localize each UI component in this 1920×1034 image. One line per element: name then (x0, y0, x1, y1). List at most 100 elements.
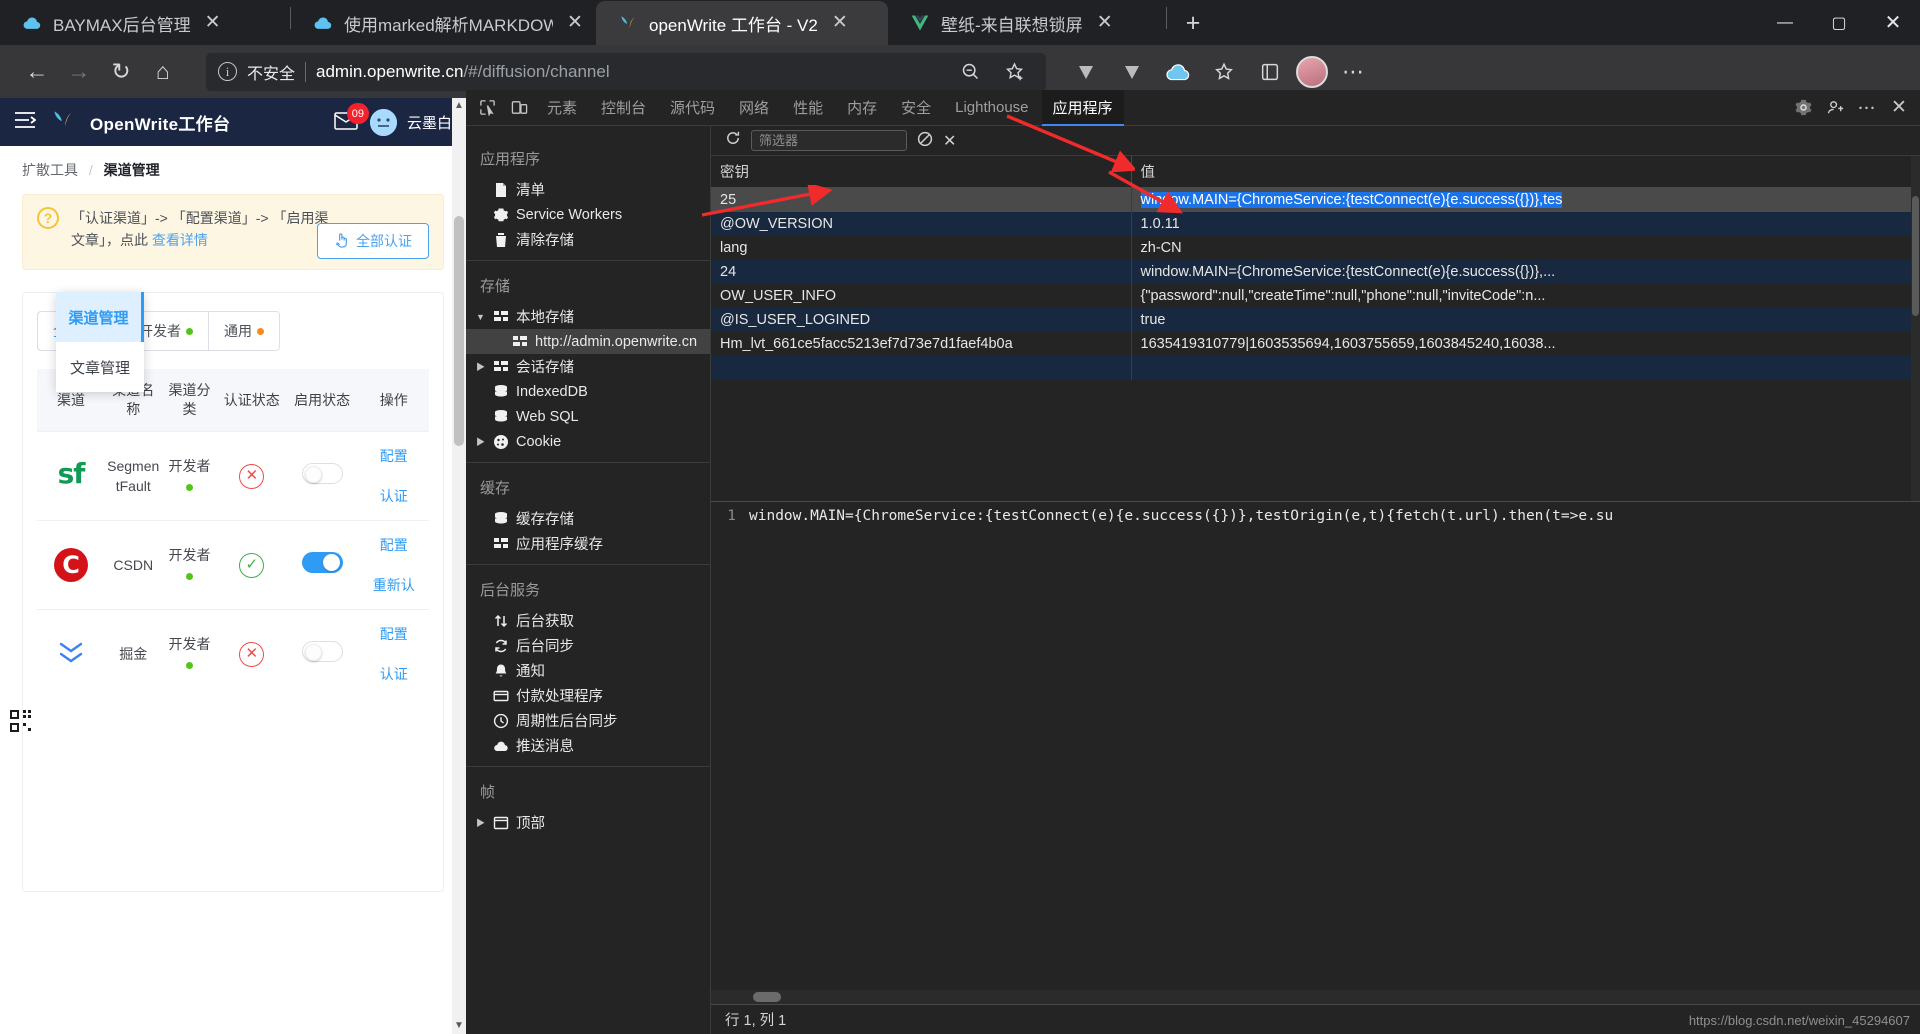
storage-key-cell[interactable] (711, 356, 1132, 380)
sidebar-item-clear-storage[interactable]: ▶ 清除存储 (466, 227, 710, 252)
chevron-down-icon[interactable] (1066, 52, 1106, 92)
tab-general[interactable]: 通用 (209, 312, 279, 350)
sidebar-item-session-storage[interactable]: ▶ 会话存储 (466, 354, 710, 379)
storage-key-cell[interactable]: Hm_lvt_661ce5facc5213ef7d73e7d1faef4b0a (711, 332, 1132, 356)
chevron-down-icon[interactable] (1112, 52, 1152, 92)
enable-toggle[interactable] (301, 641, 343, 662)
qr-code-icon[interactable] (10, 710, 34, 734)
configure-link[interactable]: 配置 (361, 535, 427, 555)
tab-close-icon[interactable]: ✕ (564, 12, 586, 34)
devtools-tab-elements[interactable]: 元素 (536, 90, 588, 126)
storage-row[interactable]: 24 window.MAIN={ChromeService:{testConne… (711, 260, 1920, 284)
chevron-right-icon[interactable]: ▶ (476, 435, 486, 448)
storage-value-cell[interactable]: zh-CN (1131, 236, 1920, 260)
page-scrollbar[interactable]: ▲ ▼ (452, 98, 466, 1034)
enable-toggle[interactable] (301, 552, 343, 573)
sidebar-item-top-frame[interactable]: ▶ 顶部 (466, 810, 710, 835)
alert-detail-link[interactable]: 查看详情 (152, 232, 208, 248)
storage-key-cell[interactable]: 24 (711, 260, 1132, 284)
page-scrollbar-thumb[interactable] (454, 216, 464, 446)
storage-row[interactable]: @OW_VERSION 1.0.11 (711, 212, 1920, 236)
user-name-label[interactable]: 云墨白 (407, 112, 452, 133)
sidebar-item-background-fetch[interactable]: ▶ 后台获取 (466, 608, 710, 633)
close-icon[interactable]: ✕ (1884, 94, 1914, 122)
browser-tab-0[interactable]: BAYMAX后台管理 ✕ (0, 1, 290, 45)
cloud-icon[interactable] (1158, 52, 1198, 92)
user-avatar[interactable] (369, 108, 397, 136)
preview-code-area[interactable]: 1 window.MAIN={ChromeService:{testConnec… (711, 502, 1920, 990)
address-bar[interactable]: i 不安全 admin.openwrite.cn/#/diffusion/cha… (206, 52, 1046, 92)
table-row[interactable]: C CSDN 开发者 ✓ 配置 重新认 (37, 520, 429, 610)
back-button[interactable]: ← (16, 51, 58, 93)
verify-link[interactable]: 认证 (361, 486, 427, 506)
storage-row[interactable]: OW_USER_INFO {"password":null,"createTim… (711, 284, 1920, 308)
sidebar-item-websql[interactable]: ▶ Web SQL (466, 404, 710, 429)
reload-button[interactable]: ↻ (100, 51, 142, 93)
hamburger-icon[interactable] (14, 111, 37, 133)
sidebar-item-local-storage[interactable]: ▼ 本地存储 (466, 304, 710, 329)
storage-row-empty[interactable] (711, 356, 1920, 380)
scroll-down-arrow-icon[interactable]: ▼ (452, 1018, 466, 1034)
devtools-tab-lighthouse[interactable]: Lighthouse (944, 90, 1039, 126)
window-maximize-button[interactable]: ▢ (1812, 0, 1866, 45)
devtools-tab-network[interactable]: 网络 (728, 90, 780, 126)
sidebar-item-payment-handler[interactable]: ▶ 付款处理程序 (466, 683, 710, 708)
chevron-right-icon[interactable]: ▶ (476, 816, 486, 829)
no-entry-icon[interactable] (917, 131, 933, 151)
storage-value-cell[interactable]: window.MAIN={ChromeService:{testConnect(… (1131, 260, 1920, 284)
profile-avatar[interactable] (1296, 55, 1328, 88)
breadcrumb-parent[interactable]: 扩散工具 (22, 162, 78, 178)
storage-row[interactable]: lang zh-CN (711, 236, 1920, 260)
sidebar-item-manifest[interactable]: ▶ 清单 (466, 177, 710, 202)
tab-close-icon[interactable]: ✕ (829, 12, 851, 34)
verify-all-button[interactable]: 全部认证 (317, 223, 429, 259)
tab-close-icon[interactable]: ✕ (1094, 12, 1116, 34)
preview-scrollbar-thumb[interactable] (753, 992, 781, 1002)
storage-key-cell[interactable]: @OW_VERSION (711, 212, 1132, 236)
refresh-icon[interactable] (725, 130, 741, 151)
reverify-link[interactable]: 重新认 (361, 575, 427, 595)
verify-link[interactable]: 认证 (361, 664, 427, 684)
home-button[interactable]: ⌂ (142, 51, 184, 93)
chevron-down-icon[interactable]: ▼ (476, 312, 486, 322)
site-info-icon[interactable]: i (218, 62, 237, 81)
storage-table-scrollbar[interactable] (1911, 156, 1920, 501)
devtools-tab-sources[interactable]: 源代码 (659, 90, 726, 126)
gear-icon[interactable] (1788, 94, 1818, 122)
storage-value-cell[interactable]: 1.0.11 (1131, 212, 1920, 236)
column-header-value[interactable]: 值 (1131, 156, 1920, 188)
column-header-key[interactable]: 密钥 (711, 156, 1132, 188)
table-row[interactable]: 掘金 开发者 ✕ 配置 认证 (37, 609, 429, 698)
storage-row[interactable]: @IS_USER_LOGINED true (711, 308, 1920, 332)
configure-link[interactable]: 配置 (361, 624, 427, 644)
favorites-icon[interactable] (1250, 52, 1290, 92)
sidebar-item-periodic-background-sync[interactable]: ▶ 周期性后台同步 (466, 708, 710, 733)
zoom-out-icon[interactable] (950, 52, 990, 92)
more-vertical-icon[interactable]: ⋯ (1852, 94, 1882, 122)
sidebar-item-push-messaging[interactable]: ▶ 推送消息 (466, 733, 710, 758)
storage-key-cell[interactable]: @IS_USER_LOGINED (711, 308, 1132, 332)
more-icon[interactable]: ⋯ (1334, 52, 1374, 92)
dropdown-item-channel-management[interactable]: 渠道管理 (56, 292, 144, 342)
devtools-tab-memory[interactable]: 内存 (836, 90, 888, 126)
sidebar-item-background-sync[interactable]: ▶ 后台同步 (466, 633, 710, 658)
browser-tab-2[interactable]: openWrite 工作台 - V2 ✕ (596, 1, 888, 45)
devtools-tab-console[interactable]: 控制台 (590, 90, 657, 126)
configure-link[interactable]: 配置 (361, 446, 427, 466)
storage-scrollbar-thumb[interactable] (1912, 196, 1919, 316)
storage-key-cell[interactable]: 25 (711, 187, 1132, 212)
sidebar-item-indexeddb[interactable]: ▶ IndexedDB (466, 379, 710, 404)
devtools-tab-security[interactable]: 安全 (890, 90, 942, 126)
storage-row[interactable]: Hm_lvt_661ce5facc5213ef7d73e7d1faef4b0a … (711, 332, 1920, 356)
storage-key-cell[interactable]: lang (711, 236, 1132, 260)
tab-close-icon[interactable]: ✕ (202, 12, 224, 34)
device-toolbar-icon[interactable] (504, 94, 534, 122)
dropdown-item-article-management[interactable]: 文章管理 (56, 342, 144, 392)
devtools-tab-performance[interactable]: 性能 (782, 90, 834, 126)
scroll-up-arrow-icon[interactable]: ▲ (452, 98, 466, 114)
enable-toggle[interactable] (301, 463, 343, 484)
sidebar-item-cookie[interactable]: ▶ Cookie (466, 429, 710, 454)
browser-tab-1[interactable]: 使用marked解析MARKDOWN,生 ✕ (291, 1, 596, 45)
storage-value-cell[interactable] (1131, 356, 1920, 380)
browser-tab-3[interactable]: 壁纸-来自联想锁屏 ✕ (888, 1, 1166, 45)
